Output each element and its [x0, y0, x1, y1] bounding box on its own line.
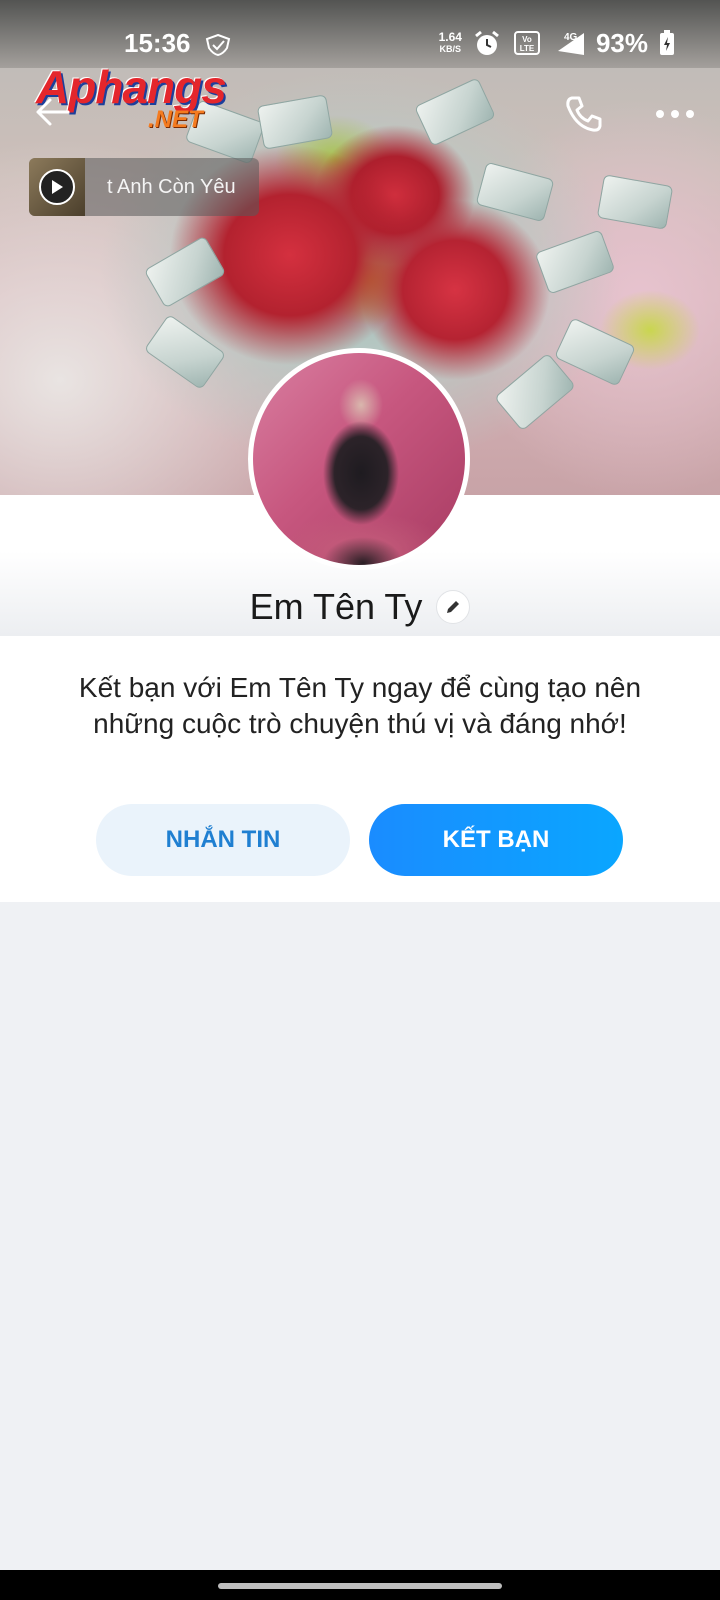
profile-music[interactable]: t Anh Còn Yêu: [29, 158, 259, 216]
speed-unit: KB/S: [439, 44, 462, 54]
edit-name-button[interactable]: [436, 590, 471, 624]
cover-decoration: [494, 352, 576, 432]
add-friend-button[interactable]: KẾT BẠN: [369, 804, 623, 876]
cover-decoration: [596, 174, 674, 230]
battery-percent: 93%: [595, 27, 648, 58]
avatar[interactable]: [248, 348, 470, 570]
svg-text:LTE: LTE: [520, 44, 535, 53]
shield-icon: [205, 34, 231, 56]
cover-decoration: [143, 313, 227, 391]
volte-icon: Vo LTE: [513, 31, 540, 55]
status-icons: 1.64 KB/S Vo LTE 4G 93%: [439, 26, 676, 60]
cover-decoration: [256, 94, 334, 150]
cover-decoration: [534, 229, 616, 295]
profile-name: Em Tên Ty: [249, 586, 423, 627]
profile-name-row: Em Tên Ty: [0, 582, 720, 632]
svg-text:Vo: Vo: [522, 35, 532, 44]
message-button[interactable]: NHẮN TIN: [96, 804, 350, 876]
play-button[interactable]: [39, 169, 75, 205]
home-gesture-handle[interactable]: [218, 1583, 502, 1589]
call-button[interactable]: [562, 92, 606, 136]
more-horizontal-icon: [656, 110, 694, 118]
network-speed: 1.64 KB/S: [439, 31, 462, 55]
pencil-icon: [447, 601, 460, 613]
cover-decoration: [143, 235, 227, 309]
more-options-button[interactable]: [650, 96, 700, 132]
status-bar: 15:36 1.64 KB/S Vo LTE 4G 93%: [0, 0, 720, 68]
navigation-bar: [0, 1570, 720, 1600]
status-time: 15:36: [124, 28, 191, 58]
back-button[interactable]: [30, 90, 74, 134]
alarm-icon: [475, 30, 499, 55]
speed-value: 1.64: [438, 30, 462, 44]
cover-decoration: [413, 77, 497, 147]
phone-icon: [566, 96, 602, 132]
battery-charging-icon: [660, 30, 674, 55]
music-thumbnail: [29, 158, 85, 216]
cover-decoration: [475, 161, 555, 223]
svg-text:4G: 4G: [564, 32, 578, 43]
invite-text: Kết bạn với Em Tên Ty ngay để cùng tạo n…: [78, 672, 642, 739]
watermark-sub: .NET: [148, 106, 203, 133]
play-icon: [52, 180, 63, 194]
friend-invite-card: Kết bạn với Em Tên Ty ngay để cùng tạo n…: [0, 636, 720, 902]
arrow-left-icon: [36, 98, 70, 126]
music-title: t Anh Còn Yêu: [107, 175, 236, 198]
signal-4g-icon: 4G: [557, 32, 584, 55]
